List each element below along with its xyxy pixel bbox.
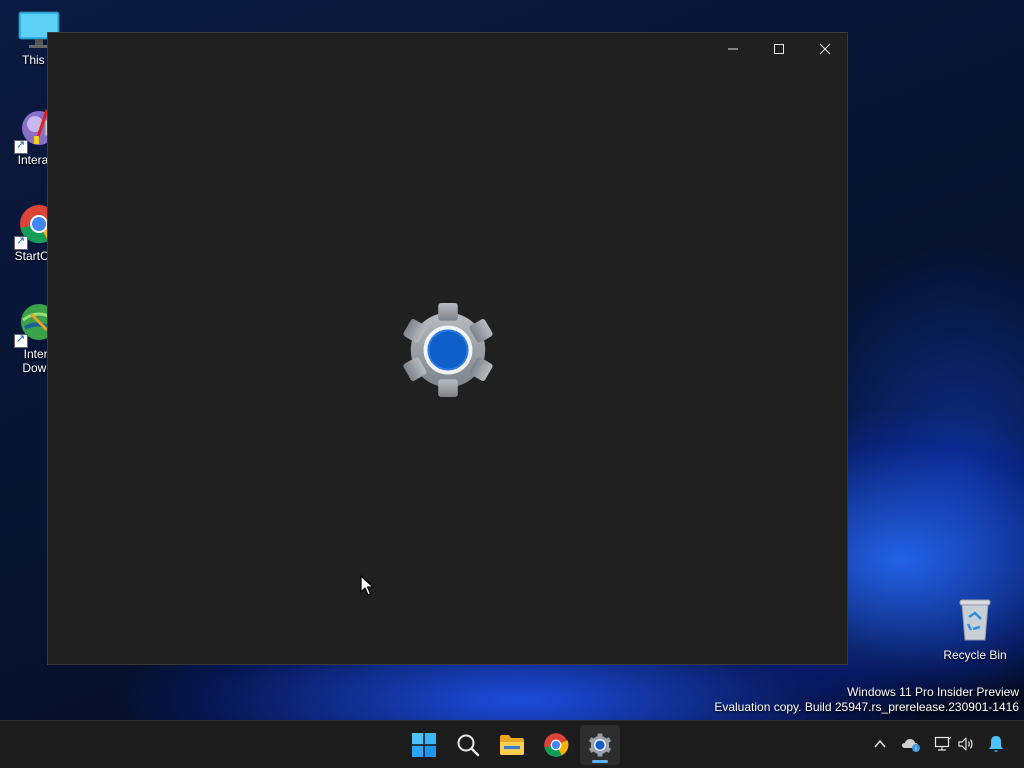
maximize-button[interactable] (756, 33, 802, 65)
close-icon (819, 43, 831, 55)
desktop-icon-recycle-bin[interactable]: Recycle Bin (940, 597, 1010, 662)
notification-bell-icon (989, 736, 1003, 752)
show-hidden-icons-button[interactable] (869, 733, 891, 755)
network-icon (934, 736, 952, 751)
search-button[interactable] (448, 725, 488, 765)
shortcut-arrow-icon (14, 332, 28, 348)
recycle-bin-icon (959, 599, 991, 641)
watermark-line-2: Evaluation copy. Build 25947.rs_prerelea… (714, 700, 1019, 714)
start-button[interactable] (404, 725, 444, 765)
active-app-indicator (592, 760, 608, 763)
search-icon (457, 734, 480, 757)
onedrive-tray-button[interactable]: i (900, 733, 922, 755)
shortcut-arrow-icon (14, 234, 28, 250)
onedrive-icon: i (902, 739, 920, 752)
settings-taskbar-button[interactable] (580, 725, 620, 765)
settings-window[interactable] (47, 32, 848, 665)
taskbar: i (0, 720, 1024, 768)
notifications-button[interactable] (985, 733, 1007, 755)
chevron-up-icon (874, 739, 886, 748)
watermark-line-1: Windows 11 Pro Insider Preview (847, 685, 1019, 699)
chrome-icon (544, 733, 569, 757)
chrome-button[interactable] (536, 725, 576, 765)
volume-icon (958, 737, 973, 751)
file-explorer-icon (500, 735, 524, 755)
maximize-icon (774, 44, 784, 54)
shortcut-arrow-icon (14, 138, 28, 154)
network-tray-button[interactable] (932, 733, 954, 755)
close-button[interactable] (802, 33, 848, 65)
start-icon (412, 733, 436, 757)
recycle-bin-label: Recycle Bin (943, 648, 1007, 662)
volume-tray-button[interactable] (955, 733, 977, 755)
settings-gear-icon (399, 301, 497, 399)
windows-watermark: Windows 11 Pro Insider Preview Evaluatio… (714, 685, 1019, 715)
minimize-button[interactable] (710, 33, 756, 65)
minimize-icon (728, 48, 738, 50)
file-explorer-button[interactable] (492, 725, 532, 765)
settings-icon (589, 733, 611, 757)
mouse-cursor-icon (360, 575, 374, 596)
